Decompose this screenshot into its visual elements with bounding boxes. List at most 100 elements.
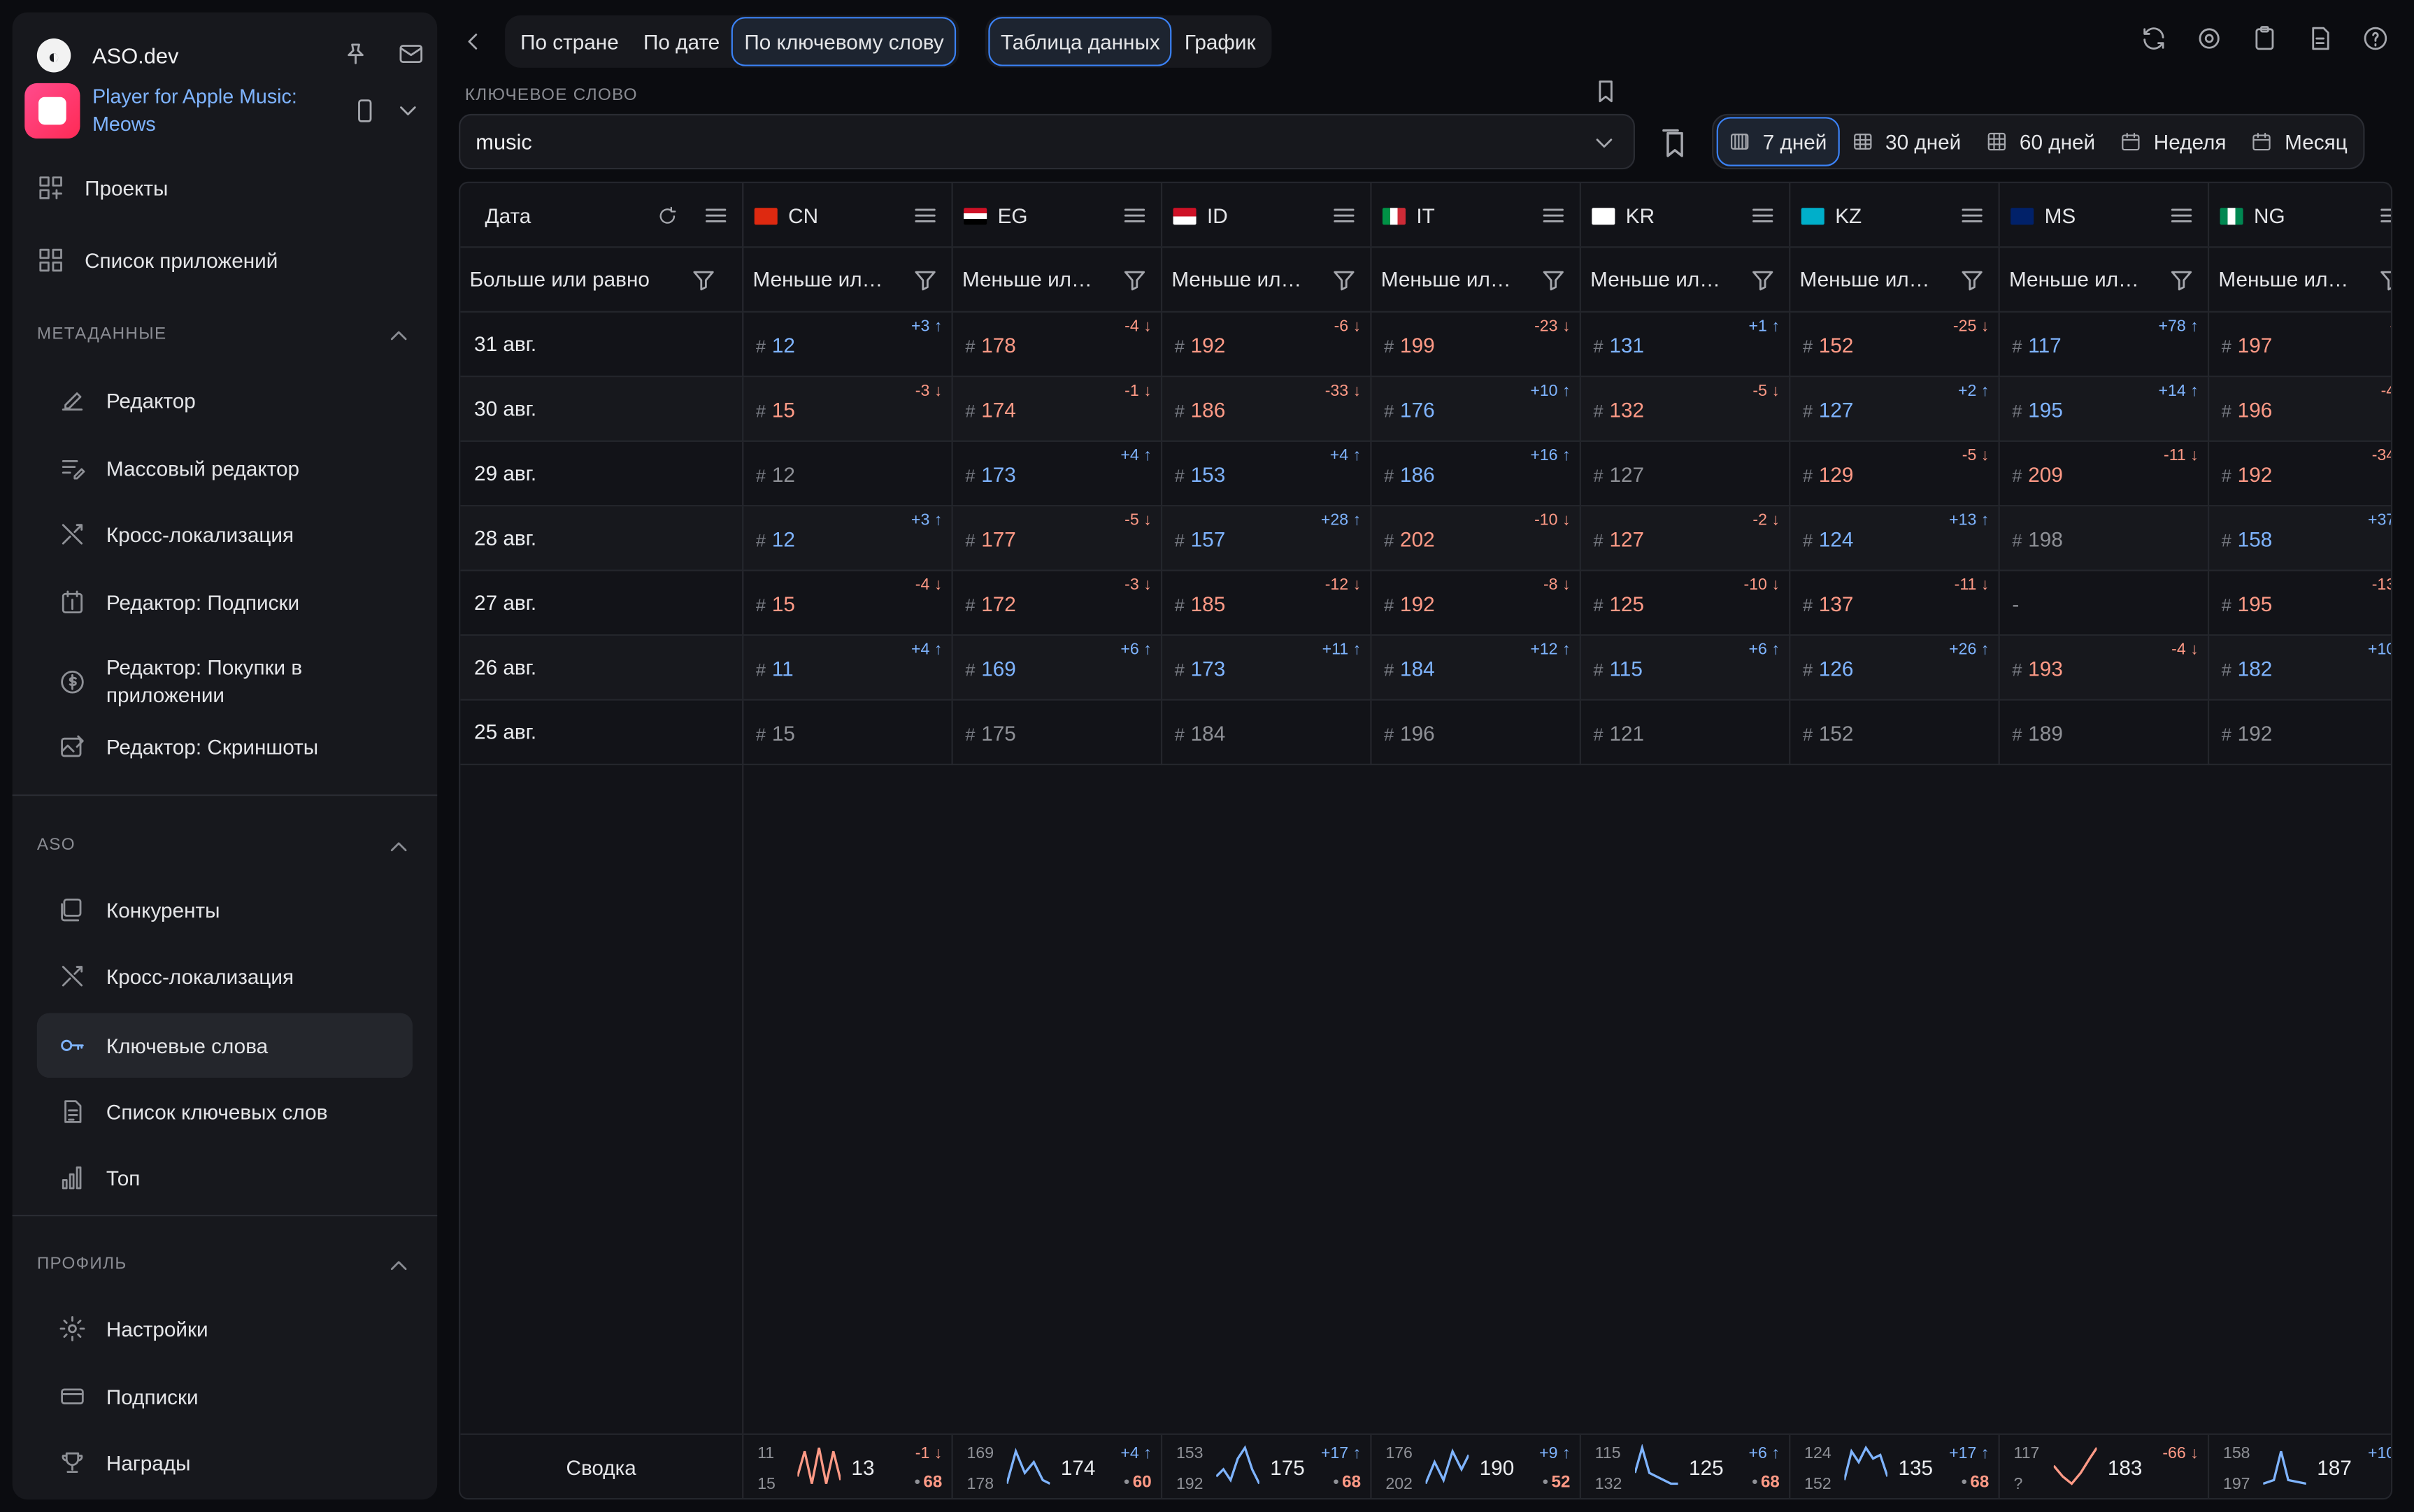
pin-icon[interactable] (342, 40, 370, 68)
chevron-left-icon[interactable] (459, 28, 487, 56)
rank-cell[interactable]: #195 +14 ↑ (1998, 377, 2208, 442)
nav-cross-localization[interactable]: Кросс-локализация (37, 506, 413, 562)
menu-icon[interactable] (1121, 201, 1149, 229)
menu-icon[interactable] (1749, 201, 1777, 229)
rank-cell[interactable]: #173 +11 ↑ (1160, 636, 1370, 701)
nav-keyword-list[interactable]: Список ключевых слов (37, 1084, 413, 1139)
rank-cell[interactable]: #157 +28 ↑ (1160, 506, 1370, 571)
menu-icon[interactable] (911, 201, 939, 229)
rank-cell[interactable]: #124 +13 ↑ (1789, 506, 1998, 571)
chevron-up-icon[interactable] (385, 1252, 413, 1280)
rank-cell[interactable]: #11 +4 ↑ (742, 636, 951, 701)
range-7-days[interactable]: 7 дней (1716, 117, 1840, 166)
menu-icon[interactable] (1958, 201, 1986, 229)
rank-cell[interactable]: #182 +10 ↑ (2207, 636, 2391, 701)
bookmarks-icon[interactable] (1657, 127, 1690, 160)
tab-chart[interactable]: График (1172, 17, 1268, 66)
nav-competitors[interactable]: Конкуренты (37, 882, 413, 937)
date-column-header[interactable]: Дата (460, 183, 742, 246)
nav-bulk-editor[interactable]: Массовый редактор (37, 441, 413, 496)
rank-cell[interactable]: #174 -1 ↓ (951, 377, 1161, 442)
rank-cell[interactable]: #132 -5 ↓ (1579, 377, 1789, 442)
rank-cell[interactable]: #115 +6 ↑ (1579, 636, 1789, 701)
filter-icon[interactable] (1330, 266, 1358, 294)
chevron-down-icon[interactable] (1590, 129, 1618, 157)
rank-cell[interactable]: #117 +78 ↑ (1998, 312, 2208, 378)
rank-cell[interactable]: #152 -25 ↓ (1789, 312, 1998, 378)
section-metadata[interactable]: МЕТАДАННЫЕ (37, 325, 413, 343)
phone-icon[interactable] (351, 97, 379, 125)
country-column-header[interactable]: NG (2207, 183, 2391, 247)
rank-cell[interactable]: #192 -6 ↓ (1160, 312, 1370, 378)
section-profile[interactable]: ПРОФИЛЬ (37, 1255, 413, 1274)
nav-editor[interactable]: Редактор (37, 373, 413, 428)
rank-cell[interactable]: #193 -4 ↓ (1998, 636, 2208, 701)
rank-cell[interactable]: #192 -34 ↓ (2207, 441, 2391, 507)
chevron-up-icon[interactable] (385, 833, 413, 861)
help-icon[interactable] (2362, 24, 2390, 52)
rank-cell[interactable]: #177 -5 ↓ (951, 506, 1161, 571)
nav-subscriptions[interactable]: Подписки (37, 1369, 413, 1424)
nav-screenshots-editor[interactable]: Редактор: Скриншоты (37, 719, 413, 774)
rank-cell[interactable]: #172 -3 ↓ (951, 571, 1161, 636)
nav-aso-cross-localization[interactable]: Кросс-локализация (37, 948, 413, 1004)
country-filter[interactable]: Меньше или равно (1370, 248, 1579, 311)
nav-subscriptions-editor[interactable]: Редактор: Подписки (37, 574, 413, 629)
range-30-days[interactable]: 30 дней (1839, 117, 1973, 166)
rank-cell[interactable]: #129 -5 ↓ (1789, 441, 1998, 507)
rank-cell[interactable]: #198 (1998, 506, 2208, 571)
country-filter[interactable]: Меньше или равно (742, 248, 951, 311)
country-column-header[interactable]: MS (1998, 183, 2208, 247)
country-column-header[interactable]: CN (742, 183, 951, 247)
rank-cell[interactable]: #12 +3 ↑ (742, 506, 951, 571)
nav-settings[interactable]: Настройки (37, 1301, 413, 1356)
rank-cell[interactable]: #15 -3 ↓ (742, 377, 951, 442)
nav-top[interactable]: Топ (37, 1150, 413, 1206)
nav-iap-editor[interactable]: Редактор: Покупки в приложении (37, 647, 413, 718)
nav-keywords[interactable]: Ключевые слова (36, 1013, 413, 1078)
date-filter[interactable]: Больше или равно (460, 248, 742, 311)
tab-by-keyword[interactable]: По ключевому слову (731, 17, 957, 66)
rank-cell[interactable]: #169 +6 ↑ (951, 636, 1161, 701)
rank-cell[interactable]: #192 -8 ↓ (1370, 571, 1579, 636)
export-doc-icon[interactable] (2306, 24, 2334, 52)
range-60-days[interactable]: 60 дней (1973, 117, 2108, 166)
country-filter[interactable]: Меньше или равно (1998, 248, 2208, 311)
tab-by-date[interactable]: По дате (631, 17, 731, 66)
nav-app-list[interactable]: Список приложений (37, 232, 413, 287)
nav-rewards[interactable]: Награды (37, 1435, 413, 1490)
rank-cell[interactable]: #12 (742, 441, 951, 507)
section-aso[interactable]: ASO (37, 836, 413, 855)
rank-cell[interactable]: #173 +4 ↑ (951, 441, 1161, 507)
refresh-icon[interactable] (2140, 24, 2168, 52)
rank-cell[interactable]: #197 - ↓ (2207, 312, 2391, 378)
country-filter[interactable]: Меньше или равно (2207, 248, 2391, 311)
country-filter[interactable]: Меньше или равно (951, 248, 1161, 311)
rank-cell[interactable]: #195 -13 ↓ (2207, 571, 2391, 636)
rank-cell[interactable]: - (1998, 571, 2208, 636)
tab-by-country[interactable]: По стране (508, 17, 631, 66)
country-filter[interactable]: Меньше или равно (1789, 248, 1998, 311)
rank-cell[interactable]: #176 +10 ↑ (1370, 377, 1579, 442)
reset-icon[interactable] (652, 201, 680, 229)
country-column-header[interactable]: KZ (1789, 183, 1998, 247)
rank-cell[interactable]: #202 -10 ↓ (1370, 506, 1579, 571)
range-month[interactable]: Месяц (2238, 117, 2359, 166)
chevron-down-icon[interactable] (394, 97, 422, 125)
filter-icon[interactable] (911, 266, 939, 294)
rank-cell[interactable]: #127 (1579, 441, 1789, 507)
filter-icon[interactable] (690, 266, 717, 294)
filter-icon[interactable] (1540, 266, 1568, 294)
rank-cell[interactable]: #185 -12 ↓ (1160, 571, 1370, 636)
rank-cell[interactable]: #196 -4 ↓ (2207, 377, 2391, 442)
country-column-header[interactable]: KR (1579, 183, 1789, 247)
tab-data-table[interactable]: Таблица данных (988, 17, 1173, 66)
rank-cell[interactable]: #15 (742, 700, 951, 766)
nav-projects[interactable]: Проекты (37, 160, 413, 215)
rank-cell[interactable]: #186 -33 ↓ (1160, 377, 1370, 442)
rank-cell[interactable]: #127 -2 ↓ (1579, 506, 1789, 571)
filter-icon[interactable] (2168, 266, 2196, 294)
rank-cell[interactable]: #131 +1 ↑ (1579, 312, 1789, 378)
rank-cell[interactable]: #184 (1160, 700, 1370, 766)
bookmark-icon[interactable] (1592, 77, 1620, 105)
